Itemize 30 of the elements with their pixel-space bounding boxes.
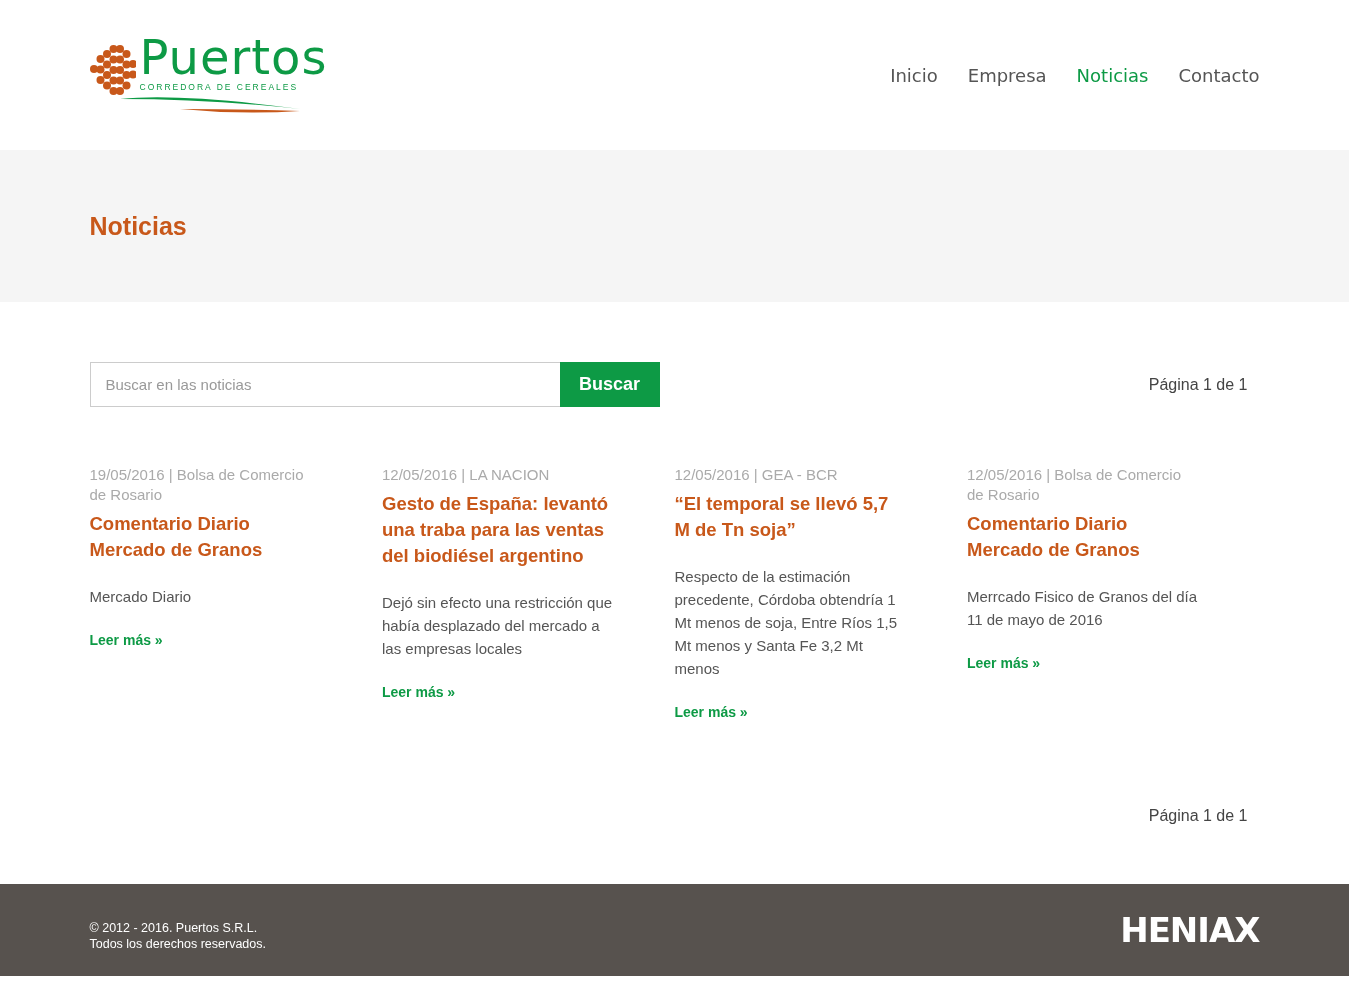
article-meta: 12/05/2016 | LA NACION — [382, 465, 551, 485]
search-field[interactable]: Buscar en las noticias — [89, 362, 560, 407]
article-summary: Respecto de la estimación precedente, Córdoba obtendría 1 Mt menos de soja, Entre Ríos 1,5 Mt menos y Santa Fe 3,2 Mt menos — [674, 567, 899, 679]
article-meta: 12/05/2016 | Bolsa de Comercio de Rosario — [967, 465, 1183, 505]
article-summary: Dejó sin efecto una restricción que había desplazado del mercado a las empresas locales — [382, 593, 614, 659]
nav-link[interactable]: Inicio — [890, 61, 938, 89]
article-meta: 19/05/2016 | Bolsa de Comercio de Rosario — [89, 465, 305, 505]
read-more-link[interactable]: Leer más » — [89, 630, 163, 651]
rights-text: Todos los derechos reservados. — [89, 936, 266, 952]
page-title: Noticias — [89, 211, 187, 241]
article-summary: Mercado Diario — [89, 587, 193, 607]
brand-logo[interactable]: HENIAX — [1120, 904, 1260, 956]
logo-text: Puertos — [139, 32, 328, 81]
logo-tagline: CORREDORA DE CEREALES — [139, 80, 300, 94]
copyright-text: © 2012 - 2016. Puertos S.R.L. — [89, 920, 259, 936]
read-more-link[interactable]: Leer más » — [382, 682, 456, 703]
article-summary: Merrcado Fisico de Granos del día 11 de mayo de 2016 — [967, 587, 1199, 630]
read-more-link[interactable]: Leer más » — [674, 702, 748, 723]
article-title: Gesto de España: levantó una traba para las ventas del biodiésel argentino — [382, 492, 610, 568]
article-title: “El temporal se llevó 5,7 M de Tn soja” — [674, 492, 890, 542]
nav-link[interactable]: Empresa — [967, 61, 1047, 89]
pagination-text: Página 1 de 1 — [1148, 806, 1249, 826]
nav-link[interactable]: Noticias — [1076, 61, 1149, 89]
search-button[interactable]: Buscar — [559, 362, 660, 407]
read-more-link[interactable]: Leer más » — [967, 653, 1041, 674]
article-title: Comentario Diario Mercado de Granos — [967, 512, 1141, 562]
article-meta: 12/05/2016 | GEA - BCR — [674, 465, 839, 485]
nav-link[interactable]: Contacto — [1178, 61, 1260, 89]
pagination-text: Página 1 de 1 — [1148, 374, 1249, 395]
article-title: Comentario Diario Mercado de Granos — [89, 512, 264, 562]
